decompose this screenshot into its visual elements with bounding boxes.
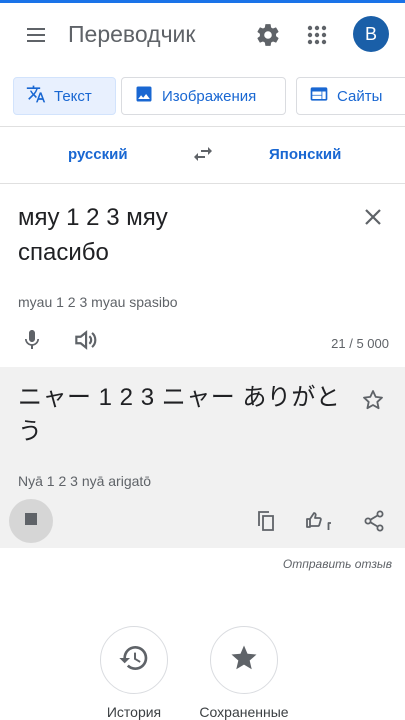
stop-icon [24,512,38,531]
target-language-button[interactable]: Японский [269,146,341,163]
microphone-icon[interactable] [18,326,46,354]
app-title: Переводчик [68,21,196,47]
gear-icon[interactable] [250,17,286,53]
language-bar: русский Японский [0,127,405,184]
source-text-input[interactable]: мяу 1 2 3 мяу спасибо [18,200,348,270]
speaker-icon[interactable] [70,326,100,354]
saved-label: Сохраненные [199,704,289,720]
star-filled-icon [229,643,259,678]
translation-panel: ニャー 1 2 3 ニャー ありがとう Nyā 1 2 3 nyā arigat… [0,367,405,548]
menu-icon[interactable] [18,17,54,53]
copy-icon[interactable] [252,507,280,535]
apps-grid-icon[interactable] [299,17,335,53]
share-icon[interactable] [360,507,388,535]
star-outline-icon[interactable] [358,385,388,415]
account-avatar[interactable]: В [353,16,389,52]
tab-sites-label: Сайты [337,87,383,105]
tab-text-label: Текст [54,87,92,105]
history-icon [118,642,150,679]
tab-images-label: Изображения [162,87,257,105]
translation-transliteration: Nyā 1 2 3 nyā arigatō [18,473,152,489]
translate-icon [26,84,46,108]
tab-text[interactable]: Текст [13,77,116,115]
app-bar: Переводчик В [0,3,405,65]
website-icon [309,84,329,108]
translation-text: ニャー 1 2 3 ニャー ありがとう [18,384,341,445]
thumbs-rating-icon[interactable] [303,507,335,535]
tab-images[interactable]: Изображения [121,77,286,115]
saved-button[interactable] [210,626,278,694]
history-button[interactable] [100,626,168,694]
swap-languages-icon[interactable] [188,139,218,169]
tab-sites[interactable]: Сайты [296,77,405,115]
source-language-button[interactable]: русский [68,146,128,163]
history-label: История [106,704,162,720]
mode-tabs: Текст Изображения Сайты [0,68,405,127]
close-icon[interactable] [358,202,388,232]
source-panel: мяу 1 2 3 мяу спасибо myau 1 2 3 myau sp… [0,184,405,367]
character-counter: 21 / 5 000 [331,336,389,351]
image-icon [134,84,154,108]
send-feedback-link[interactable]: Отправить отзыв [230,557,392,571]
source-transliteration: myau 1 2 3 myau spasibo [18,294,178,310]
stop-playback-button[interactable] [9,499,53,543]
